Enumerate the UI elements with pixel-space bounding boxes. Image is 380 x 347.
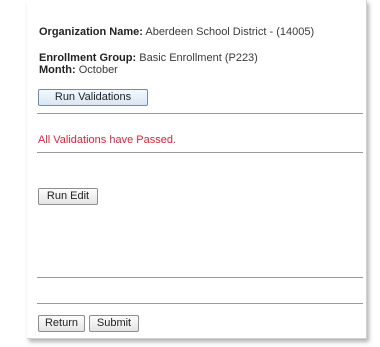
return-button[interactable]: Return <box>38 315 85 332</box>
run-edit-button[interactable]: Run Edit <box>38 188 98 205</box>
run-validations-button[interactable]: Run Validations <box>38 89 148 106</box>
organization-value: Aberdeen School District - (14005) <box>145 26 315 38</box>
organization-line: Organization Name: Aberdeen School Distr… <box>39 26 314 39</box>
enrollment-group-value: Basic Enrollment (P223) <box>139 52 258 64</box>
divider <box>37 113 363 114</box>
month-value: October <box>78 64 118 76</box>
validation-status-message: All Validations have Passed. <box>38 134 176 146</box>
enrollment-group-label: Enrollment Group: <box>39 52 137 64</box>
divider <box>37 152 363 153</box>
divider <box>37 303 363 304</box>
month-label: Month: <box>39 64 76 76</box>
organization-label: Organization Name: <box>39 26 143 38</box>
validation-panel <box>27 0 367 339</box>
submit-button[interactable]: Submit <box>89 315 139 332</box>
divider <box>37 277 363 278</box>
month-line: Month: October <box>39 64 118 77</box>
